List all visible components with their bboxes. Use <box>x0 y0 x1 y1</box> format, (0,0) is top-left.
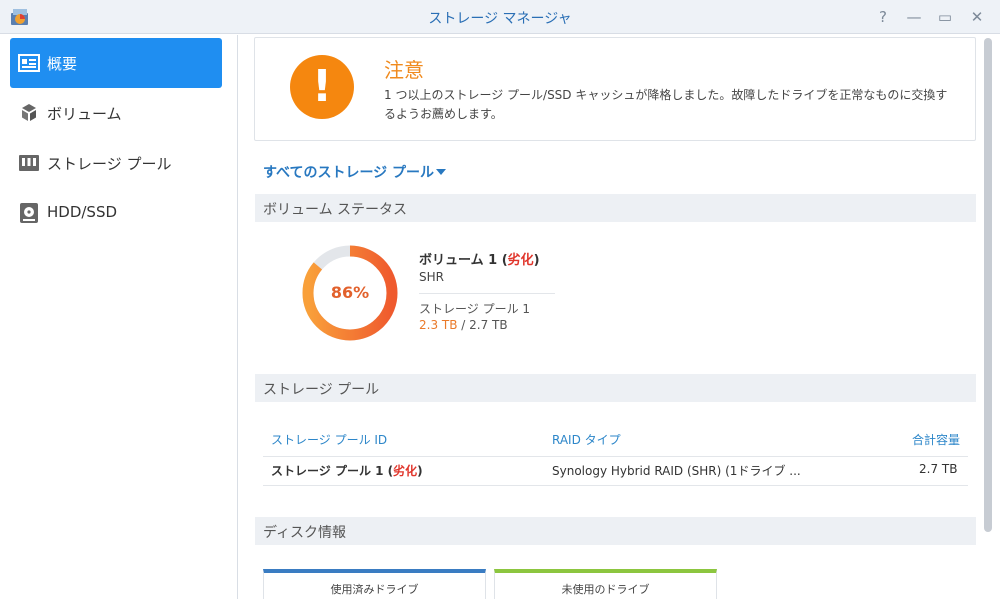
sidebar-item-label: ストレージ プール <box>47 155 172 173</box>
table-row-pool-id[interactable]: ストレージ プール 1 (劣化) <box>271 462 423 479</box>
column-header-raid-type[interactable]: RAID タイプ <box>552 431 621 448</box>
table-row-raid: Synology Hybrid RAID (SHR) (1ドライブ ... <box>552 464 801 478</box>
sidebar-item-label: 概要 <box>47 55 78 73</box>
card-label: 未使用のドライブ <box>561 583 650 596</box>
sidebar-item-hdd-ssd[interactable]: HDD/SSD <box>10 188 222 238</box>
sidebar-item-label: HDD/SSD <box>47 203 118 221</box>
sidebar-item-volume[interactable]: ボリューム <box>10 88 222 138</box>
hdd-icon <box>20 203 38 223</box>
status-open: ( <box>383 464 394 478</box>
volume-raid-type: SHR <box>419 270 444 284</box>
table-divider <box>263 456 968 457</box>
storage-pool-header: ストレージ プール <box>255 374 976 402</box>
status-open: ( <box>497 253 508 268</box>
overview-icon <box>18 54 40 72</box>
volume-pool-name: ストレージ プール 1 <box>419 302 531 316</box>
usage-separator: / <box>457 318 470 332</box>
storage-pool-icon <box>19 155 39 171</box>
scrollbar-thumb[interactable] <box>984 38 992 532</box>
help-button[interactable]: ? <box>872 6 894 28</box>
volume-name-text: ボリューム 1 <box>419 253 498 268</box>
volume-usage: 2.3 TB / 2.7 TB <box>419 318 508 332</box>
volume-icon <box>22 104 36 121</box>
window-title: ストレージ マネージャ <box>428 11 572 27</box>
sidebar-item-overview[interactable]: 概要 <box>10 38 222 88</box>
usage-percent: 86% <box>330 283 370 302</box>
disk-info-header: ディスク情報 <box>255 517 976 545</box>
used-drives-card[interactable]: 使用済みドライブ <box>263 569 486 599</box>
pool-status: 劣化 <box>393 464 418 478</box>
minimize-button[interactable]: — <box>903 6 925 28</box>
close-button[interactable]: ✕ <box>966 6 988 28</box>
table-divider <box>263 485 968 486</box>
sidebar-item-storage-pool[interactable]: ストレージ プール <box>10 138 222 188</box>
card-label: 使用済みドライブ <box>330 583 419 596</box>
status-close: ) <box>417 464 423 478</box>
sidebar-item-label: ボリューム <box>47 105 122 123</box>
status-close: ) <box>533 253 540 268</box>
total-capacity: 2.7 TB <box>469 318 508 332</box>
warning-icon: ! <box>290 55 354 119</box>
table-row-capacity: 2.7 TB <box>919 462 958 476</box>
section-title: ディスク情報 <box>263 525 347 541</box>
volume-status: 劣化 <box>507 253 534 268</box>
maximize-button[interactable]: ▭ <box>934 6 956 28</box>
storage-pool-filter[interactable]: すべてのストレージ プール <box>263 162 434 182</box>
volume-name[interactable]: ボリューム 1 (劣化) <box>419 249 540 268</box>
unused-drives-card[interactable]: 未使用のドライブ <box>494 569 717 599</box>
pool-id-text: ストレージ プール 1 <box>271 464 384 478</box>
column-header-pool-id[interactable]: ストレージ プール ID <box>271 431 387 448</box>
section-title: ボリューム ステータス <box>263 202 408 218</box>
sidebar: 概要 ボリューム ストレージ プール HDD/SSD <box>0 35 238 599</box>
column-header-capacity[interactable]: 合計容量 <box>912 431 960 448</box>
volume-status-header: ボリューム ステータス <box>255 194 976 222</box>
chevron-down-icon[interactable] <box>436 169 446 175</box>
section-title: ストレージ プール <box>263 382 380 398</box>
title-bar: ストレージ マネージャ ? — ▭ ✕ <box>0 0 1000 34</box>
notice-title: 注意 <box>384 58 424 82</box>
divider <box>419 293 555 294</box>
used-capacity: 2.3 TB <box>419 318 458 332</box>
notice-message: 1 つ以上のストレージ プール/SSD キャッシュが降格しました。故障したドライ… <box>384 88 948 121</box>
